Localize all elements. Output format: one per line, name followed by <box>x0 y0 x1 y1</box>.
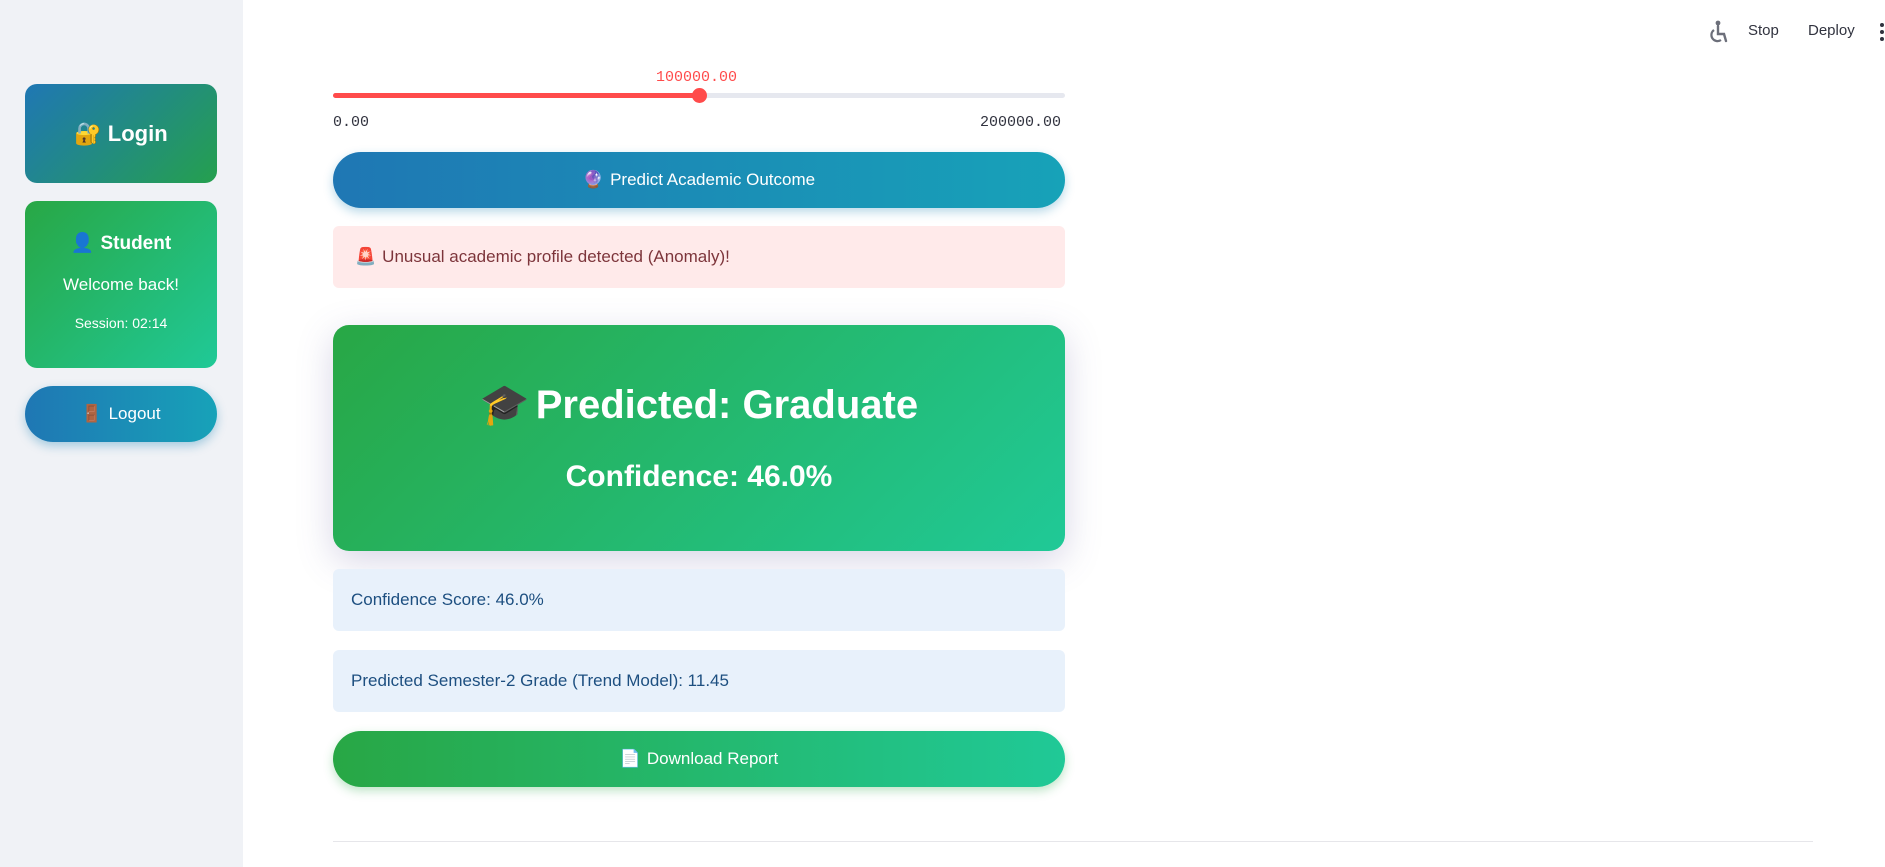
predict-label: Predict Academic Outcome <box>610 170 816 189</box>
graduation-cap-icon: 🎓 <box>479 383 530 427</box>
confidence-score-box: Confidence Score: 46.0% <box>333 569 1065 631</box>
student-card: 👤 Student Welcome back! Session: 02:14 <box>25 201 217 368</box>
main-menu-icon[interactable] <box>1880 23 1884 41</box>
download-report-button[interactable]: 📄 Download Report <box>333 731 1065 787</box>
slider-current-value: 100000.00 <box>656 69 738 86</box>
download-label: Download Report <box>646 749 779 768</box>
lock-icon: 🔐 <box>74 120 102 146</box>
anomaly-alert: 🚨 Unusual academic profile detected (Ano… <box>333 226 1065 288</box>
sidebar: 🔐 Login 👤 Student Welcome back! Session: … <box>0 0 243 867</box>
slider-min-label: 0.00 <box>333 114 370 131</box>
prediction-result-card: 🎓 Predicted: Graduate Confidence: 46.0% <box>333 325 1065 551</box>
predict-button[interactable]: 🔮 Predict Academic Outcome <box>333 152 1065 208</box>
crystal-ball-icon: 🔮 <box>582 170 605 189</box>
student-title: 👤 Student <box>25 231 217 255</box>
session-timer: Session: 02:14 <box>74 315 168 331</box>
semester-grade-box: Predicted Semester-2 Grade (Trend Model)… <box>333 650 1065 712</box>
student-title-label: Student <box>100 233 172 254</box>
slider-track[interactable] <box>333 88 1065 103</box>
prediction-headline: 🎓 Predicted: Graduate <box>333 381 1065 428</box>
prediction-headline-text: Predicted: Graduate <box>535 383 919 427</box>
user-icon: 👤 <box>70 233 95 254</box>
accessibility-icon[interactable] <box>1706 20 1728 44</box>
logout-label: Logout <box>108 404 161 423</box>
slider-max-label: 200000.00 <box>980 114 1062 131</box>
prediction-confidence: Confidence: 46.0% <box>565 460 833 493</box>
logout-button[interactable]: 🚪 Logout <box>25 386 217 442</box>
anomaly-text: Unusual academic profile detected (Anoma… <box>382 247 730 266</box>
document-icon: 📄 <box>619 749 641 768</box>
slider-thumb[interactable] <box>692 88 707 103</box>
siren-icon: 🚨 <box>355 247 377 266</box>
login-label: Login <box>107 120 168 146</box>
slider-fill <box>333 93 699 98</box>
welcome-text: Welcome back! <box>63 275 179 294</box>
deploy-button[interactable]: Deploy <box>1808 22 1855 39</box>
door-icon: 🚪 <box>81 404 103 423</box>
login-card[interactable]: 🔐 Login <box>25 84 217 183</box>
stop-button[interactable]: Stop <box>1748 22 1779 39</box>
divider <box>333 841 1813 842</box>
